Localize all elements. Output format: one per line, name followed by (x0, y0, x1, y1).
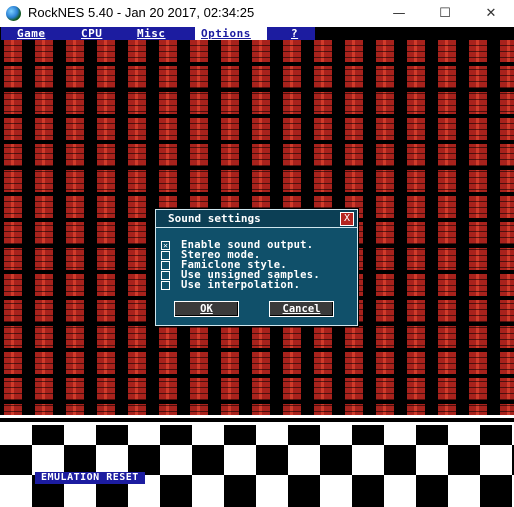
checkbox[interactable]: ✕ (161, 240, 170, 250)
title-bar: RockNES 5.40 - Jan 20 2017, 02:34:25 — ☐… (0, 0, 514, 28)
checker-floor (0, 445, 514, 475)
checkbox[interactable] (161, 250, 170, 260)
sound-settings-dialog: Sound settings X ✕ Enable sound output. … (155, 209, 358, 326)
close-button[interactable]: ✕ (468, 0, 514, 27)
checkbox[interactable] (161, 260, 170, 270)
checker-floor (0, 425, 514, 445)
menu-options[interactable]: Options (195, 27, 267, 40)
minimize-button[interactable]: — (376, 0, 422, 27)
menu-cpu[interactable]: CPU (81, 27, 102, 40)
status-message: EMULATION RESET (35, 472, 145, 484)
menu-game[interactable]: Game (17, 27, 46, 40)
menu-bar: Game CPU Misc Options ? (1, 27, 315, 40)
dialog-title: Sound settings (168, 212, 261, 225)
option-label: Use interpolation. (181, 279, 301, 291)
menu-misc[interactable]: Misc (137, 27, 166, 40)
dialog-title-bar: Sound settings X (156, 210, 357, 228)
dialog-close-button[interactable]: X (340, 212, 354, 226)
checkbox[interactable] (161, 280, 170, 290)
floor-stripe (0, 415, 514, 418)
ok-button[interactable]: OK (174, 301, 239, 317)
emulator-screen: Game CPU Misc Options ? EMULATION RESET … (0, 27, 514, 507)
menu-help[interactable]: ? (291, 27, 298, 40)
app-globe-icon (6, 6, 21, 21)
option-interpolation[interactable]: Use interpolation. (161, 279, 301, 291)
checkbox[interactable] (161, 270, 170, 280)
maximize-button[interactable]: ☐ (422, 0, 468, 27)
window-title: RockNES 5.40 - Jan 20 2017, 02:34:25 (28, 5, 255, 20)
cancel-button[interactable]: Cancel (269, 301, 334, 317)
